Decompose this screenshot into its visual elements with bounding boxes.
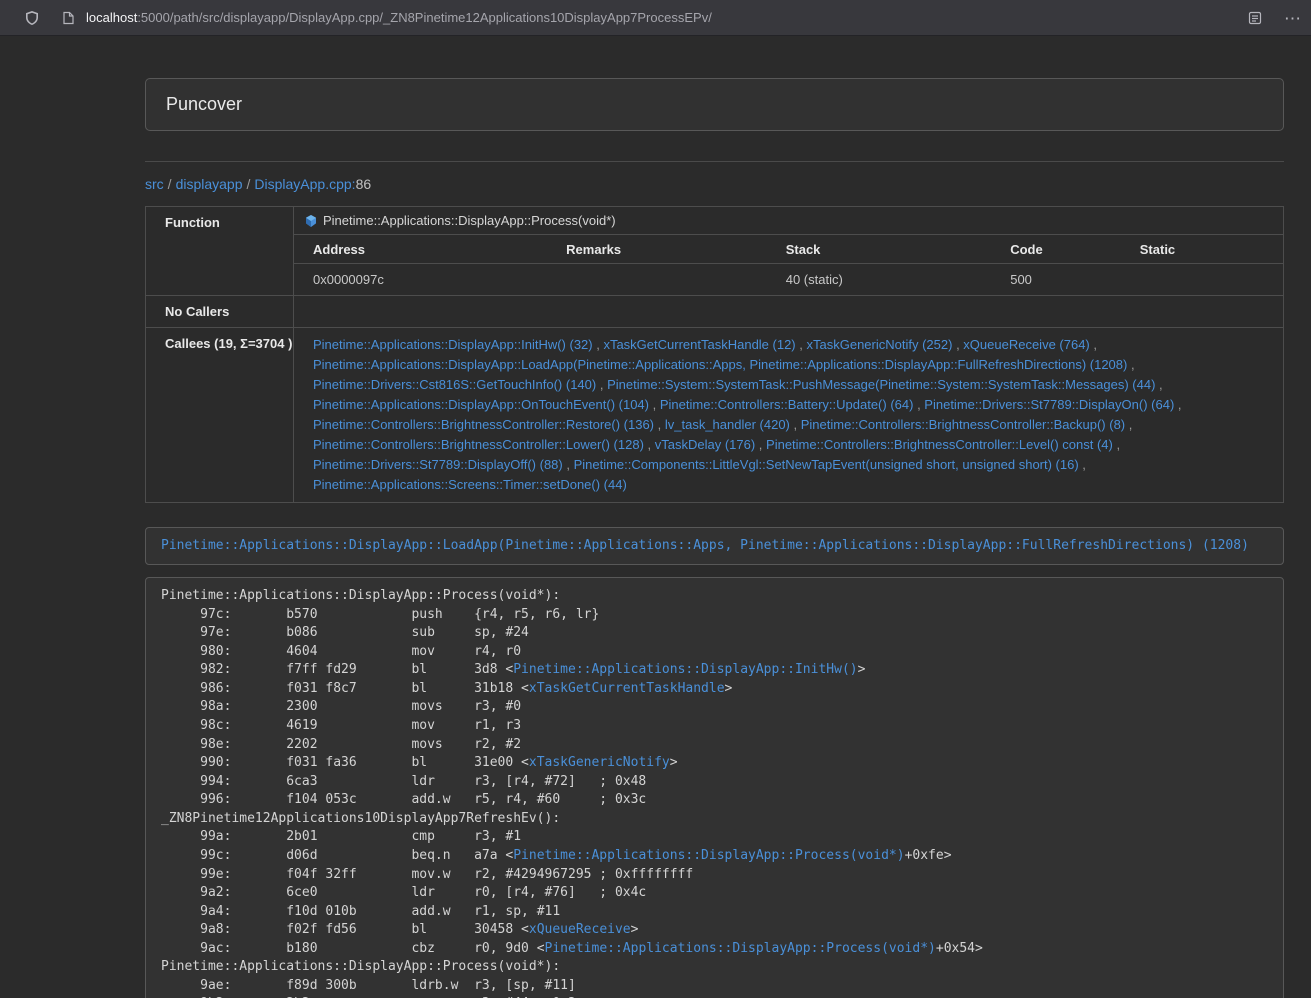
callee-separator: , (596, 377, 607, 392)
function-table: Function Pinetime::Applications::Display… (145, 206, 1284, 503)
more-options-icon[interactable]: ⋯ (1281, 6, 1305, 30)
callee-link[interactable]: Pinetime::Drivers::St7789::DisplayOff() … (313, 457, 563, 472)
asm-symbol-link[interactable]: Pinetime::Applications::DisplayApp::Proc… (513, 848, 904, 863)
function-name: Pinetime::Applications::DisplayApp::Proc… (323, 213, 616, 228)
callee-link[interactable]: Pinetime::Components::LittleVgl::SetNewT… (574, 457, 1079, 472)
callee-separator: , (649, 397, 660, 412)
callee-link[interactable]: lv_task_handler (420) (665, 417, 790, 432)
callee-link[interactable]: Pinetime::System::SystemTask::PushMessag… (607, 377, 1155, 392)
function-icon (304, 214, 317, 227)
metrics-value: 0x0000097c (294, 264, 547, 295)
breadcrumb-link[interactable]: src (145, 176, 164, 192)
callee-link[interactable]: xQueueReceive (764) (963, 337, 1089, 352)
metrics-value-row: 0x0000097c 40 (static)500 (294, 264, 1283, 295)
metrics-column-header: Address (294, 235, 547, 264)
callee-link[interactable]: xTaskGetCurrentTaskHandle (12) (603, 337, 795, 352)
page-title: Puncover (166, 94, 1263, 115)
callee-separator: , (755, 437, 766, 452)
callee-link[interactable]: Pinetime::Controllers::BrightnessControl… (766, 437, 1113, 452)
callee-separator: , (644, 437, 655, 452)
breadcrumb: src/displayapp/DisplayApp.cpp:86 (145, 176, 1284, 192)
callers-row-label: No Callers (146, 295, 294, 327)
callee-separator: , (952, 337, 963, 352)
tracking-protection-shield-icon[interactable] (20, 6, 44, 30)
callee-link[interactable]: Pinetime::Controllers::Battery::Update()… (660, 397, 914, 412)
metrics-table: AddressRemarksStackCodeStatic 0x0000097c… (294, 234, 1283, 295)
callee-link[interactable]: Pinetime::Controllers::BrightnessControl… (313, 417, 654, 432)
callee-link[interactable]: Pinetime::Applications::DisplayApp::OnTo… (313, 397, 649, 412)
divider (145, 161, 1284, 162)
callee-separator: , (1113, 437, 1120, 452)
callee-separator: , (593, 337, 604, 352)
asm-symbol-link[interactable]: xTaskGenericNotify (529, 755, 670, 770)
disassembly-code: Pinetime::Applications::DisplayApp::Proc… (145, 577, 1284, 998)
callee-separator: , (1174, 397, 1181, 412)
callee-separator: , (790, 417, 801, 432)
page-content: Puncover src/displayapp/DisplayApp.cpp:8… (0, 36, 1311, 998)
breadcrumb-link[interactable]: displayapp (176, 176, 243, 192)
function-row-label: Function (146, 207, 294, 296)
callee-separator: , (1155, 377, 1162, 392)
callee-link[interactable]: Pinetime::Applications::DisplayApp::Load… (313, 357, 1127, 372)
url-path: :5000/path/src/displayapp/DisplayApp.cpp… (137, 10, 712, 25)
callee-link[interactable]: Pinetime::Drivers::Cst816S::GetTouchInfo… (313, 377, 596, 392)
breadcrumb-separator: / (168, 176, 172, 192)
metrics-value: 500 (991, 264, 1121, 295)
callee-link[interactable]: Pinetime::Applications::DisplayApp::Init… (313, 337, 593, 352)
function-cell: Pinetime::Applications::DisplayApp::Proc… (294, 207, 1284, 296)
callers-cell (294, 295, 1284, 327)
asm-symbol-link[interactable]: xTaskGetCurrentTaskHandle (529, 681, 725, 696)
page-info-icon[interactable] (56, 6, 80, 30)
metrics-column-header: Remarks (547, 235, 767, 264)
callee-link[interactable]: Pinetime::Controllers::BrightnessControl… (313, 437, 644, 452)
callee-separator: , (563, 457, 574, 472)
callee-separator: , (654, 417, 665, 432)
metrics-header-row: AddressRemarksStackCodeStatic (294, 235, 1283, 264)
asm-symbol-link[interactable]: Pinetime::Applications::DisplayApp::Init… (513, 662, 857, 677)
address-bar[interactable]: localhost:5000/path/src/displayapp/Displ… (86, 10, 1311, 25)
breadcrumb-separator: / (247, 176, 251, 192)
callee-separator: , (913, 397, 924, 412)
browser-chrome: localhost:5000/path/src/displayapp/Displ… (0, 0, 1311, 36)
callees-row-label: Callees (19, Σ=3704 ) (146, 327, 294, 502)
metrics-value (1121, 264, 1283, 295)
callee-separator: , (1125, 417, 1132, 432)
callee-separator: , (1127, 357, 1134, 372)
callee-separator: , (796, 337, 807, 352)
callee-separator: , (1090, 337, 1097, 352)
breadcrumb-text: 86 (356, 176, 372, 192)
function-header: Pinetime::Applications::DisplayApp::Proc… (294, 207, 1283, 234)
function-row: Function Pinetime::Applications::Display… (146, 207, 1284, 296)
highlighted-symbol-panel: Pinetime::Applications::DisplayApp::Load… (145, 527, 1284, 566)
asm-symbol-link[interactable]: xQueueReceive (529, 922, 631, 937)
metrics-value: 40 (static) (767, 264, 992, 295)
page-title-panel: Puncover (145, 78, 1284, 131)
callee-link[interactable]: Pinetime::Drivers::St7789::DisplayOn() (… (924, 397, 1174, 412)
highlighted-symbol-link[interactable]: Pinetime::Applications::DisplayApp::Load… (161, 538, 1249, 553)
metrics-column-header: Static (1121, 235, 1283, 264)
callers-row: No Callers (146, 295, 1284, 327)
callees-row: Callees (19, Σ=3704 ) Pinetime::Applicat… (146, 327, 1284, 502)
metrics-column-header: Code (991, 235, 1121, 264)
breadcrumb-link[interactable]: DisplayApp.cpp: (254, 176, 355, 192)
callee-link[interactable]: vTaskDelay (176) (655, 437, 755, 452)
asm-symbol-link[interactable]: Pinetime::Applications::DisplayApp::Proc… (545, 941, 936, 956)
metrics-column-header: Stack (767, 235, 992, 264)
callee-link[interactable]: xTaskGenericNotify (252) (807, 337, 953, 352)
callee-link[interactable]: Pinetime::Applications::Screens::Timer::… (313, 477, 627, 492)
metrics-value (547, 264, 767, 295)
reader-view-icon[interactable] (1243, 6, 1267, 30)
callees-cell: Pinetime::Applications::DisplayApp::Init… (294, 327, 1284, 502)
url-host: localhost (86, 10, 137, 25)
callee-link[interactable]: Pinetime::Controllers::BrightnessControl… (801, 417, 1125, 432)
callee-separator: , (1079, 457, 1086, 472)
